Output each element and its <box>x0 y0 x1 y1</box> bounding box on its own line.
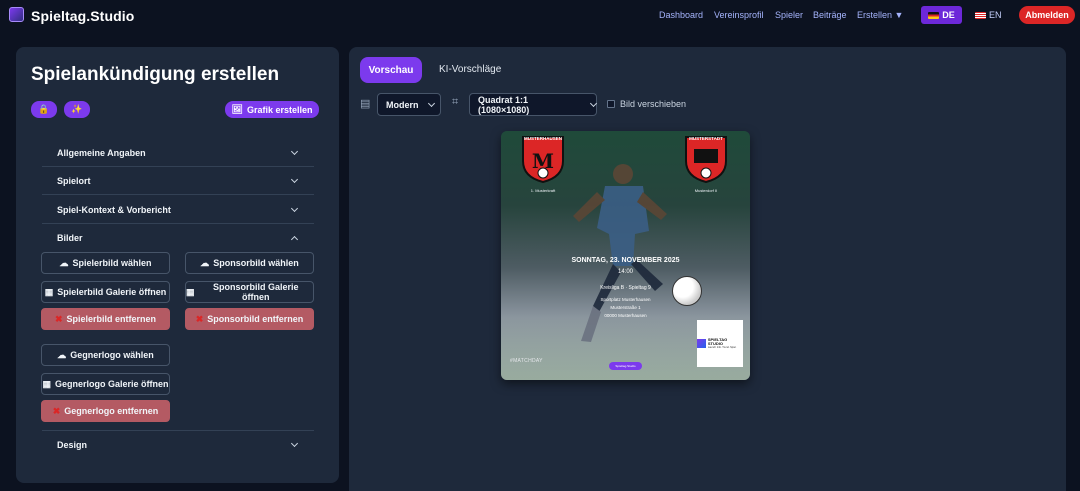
button-label: Gegnerlogo Galerie öffnen <box>55 379 169 389</box>
cross-icon: ✖ <box>52 405 61 416</box>
top-bar: Spieltag.Studio Dashboard Vereinsprofil … <box>0 0 1080 30</box>
save-icon: 🔒 <box>38 104 50 114</box>
section-label: Spiel-Kontext & Vorbericht <box>57 204 171 215</box>
venue-city: 00000 Musterhausen <box>604 313 647 318</box>
sponsor-logo: SPIELTAG STUDIO Launch Info. Trend. Spie… <box>697 320 743 367</box>
sponsor-image-remove-button[interactable]: ✖ Sponsorbild entfernen <box>185 308 314 330</box>
player-gallery-button[interactable]: ▦ Spielerbild Galerie öffnen <box>41 281 170 303</box>
page-title: Spielankündigung erstellen <box>31 64 280 85</box>
button-label: Sponsorbild wählen <box>213 258 299 268</box>
away-crest-icon <box>685 136 727 183</box>
upload-cloud-icon: ☁ <box>57 349 67 360</box>
grid-icon: ▦ <box>42 378 51 389</box>
chevron-down-icon <box>290 204 299 212</box>
us-flag-icon <box>975 11 986 19</box>
logout-button[interactable]: Abmelden <box>1019 6 1075 24</box>
section-spiel-kontext[interactable]: Spiel-Kontext & Vorbericht <box>42 196 314 224</box>
button-label: Sponsorbild entfernen <box>207 314 304 324</box>
language-en-label: EN <box>989 10 1002 20</box>
sponsor-tagline: Launch Info. Trend. Spiel. <box>707 346 737 350</box>
tab-vorschau[interactable]: Vorschau <box>360 57 422 83</box>
nav-erstellen-dropdown[interactable]: Erstellen ▼ <box>857 10 903 20</box>
style-select[interactable]: Modern <box>377 93 441 116</box>
chevron-down-icon <box>427 99 435 107</box>
magic-wand-icon: ✨ <box>71 104 83 114</box>
sponsor-gallery-button[interactable]: ▦ Sponsorbild Galerie öffnen <box>185 281 314 303</box>
tab-ki-vorschlaege[interactable]: KI-Vorschläge <box>439 64 501 75</box>
brand-badge: Spieltag.Studio <box>609 362 642 370</box>
button-label: Sponsorbild Galerie öffnen <box>212 282 299 302</box>
layout-icon: ▤ <box>360 98 371 110</box>
match-league: Kreisliga B · Spieltag 9 <box>600 285 651 291</box>
save-button[interactable]: 🔒 <box>31 101 57 118</box>
grid-icon: ▦ <box>44 286 54 297</box>
chevron-up-icon <box>290 235 299 244</box>
section-spielort[interactable]: Spielort <box>42 167 314 195</box>
button-label: Gegnerlogo wählen <box>70 350 154 360</box>
cross-icon: ✖ <box>54 313 63 324</box>
nav-vereinsprofil[interactable]: Vereinsprofil <box>714 10 764 20</box>
chevron-down-icon <box>589 99 598 107</box>
opponent-logo-choose-button[interactable]: ☁ Gegnerlogo wählen <box>41 344 170 366</box>
nav-beitraege[interactable]: Beiträge <box>813 10 847 20</box>
section-design[interactable]: Design <box>42 430 314 458</box>
home-crest-icon: M <box>522 136 564 183</box>
venue-name: Sportplatz Musterhausen <box>600 297 651 302</box>
preview-graphic: M MUSTERHAUSEN 1. Musterkraft MUSTERSTAD… <box>501 131 750 380</box>
move-image-label: Bild verschieben <box>620 99 687 109</box>
logo-icon[interactable] <box>9 7 24 22</box>
crop-icon: ⌗ <box>452 96 459 108</box>
button-label: Gegnerlogo entfernen <box>64 406 159 416</box>
format-select[interactable]: Quadrat 1:1 (1080×1080) <box>469 93 598 116</box>
format-select-value: Quadrat 1:1 (1080×1080) <box>478 94 530 115</box>
cross-icon: ✖ <box>195 313 204 324</box>
opponent-gallery-button[interactable]: ▦ Gegnerlogo Galerie öffnen <box>41 373 170 395</box>
player-image-remove-button[interactable]: ✖ Spielerbild entfernen <box>41 308 170 330</box>
language-en-button[interactable]: EN <box>975 10 1002 20</box>
button-label: Spielerbild Galerie öffnen <box>57 287 167 297</box>
nav-dashboard[interactable]: Dashboard <box>659 10 703 20</box>
section-bilder[interactable]: Bilder <box>42 224 314 252</box>
upload-cloud-icon: ☁ <box>200 257 210 268</box>
match-time: 14:00 <box>617 269 633 275</box>
away-club-caption: Musterdorf II <box>694 188 718 193</box>
section-label: Design <box>57 439 88 450</box>
create-graphic-label: Grafik erstellen <box>246 104 313 115</box>
chevron-down-icon <box>290 439 299 447</box>
venue-street: Musterstraße 1 <box>610 305 641 310</box>
style-select-value: Modern <box>386 99 419 110</box>
brand-title[interactable]: Spieltag.Studio <box>31 8 134 24</box>
move-image-checkbox[interactable] <box>607 100 615 108</box>
opponent-logo-remove-button[interactable]: ✖ Gegnerlogo entfernen <box>41 400 170 422</box>
button-label: Spielerbild entfernen <box>66 314 157 324</box>
image-icon: 🖼 <box>231 104 243 114</box>
away-club-name: MUSTERSTADT <box>689 136 723 141</box>
home-club-caption: 1. Musterkraft <box>530 188 556 193</box>
section-allgemeine-angaben[interactable]: Allgemeine Angaben <box>42 139 314 167</box>
nav-spieler[interactable]: Spieler <box>775 10 803 20</box>
language-de-button[interactable]: DE <box>921 6 962 24</box>
sponsor-logo-icon <box>697 339 706 348</box>
hashtag: #MATCHDAY <box>510 358 543 364</box>
upload-cloud-icon: ☁ <box>59 257 69 268</box>
grid-icon: ▦ <box>186 286 195 297</box>
magic-button[interactable]: ✨ <box>64 101 90 118</box>
section-label: Allgemeine Angaben <box>57 147 146 158</box>
sponsor-image-choose-button[interactable]: ☁ Sponsorbild wählen <box>185 252 314 274</box>
german-flag-icon <box>928 11 940 19</box>
chevron-down-icon <box>290 147 299 155</box>
create-graphic-button[interactable]: 🖼 Grafik erstellen <box>225 101 319 118</box>
section-label: Spielort <box>57 175 91 186</box>
match-date: SONNTAG, 23. NOVEMBER 2025 <box>571 257 680 264</box>
section-label: Bilder <box>57 233 83 243</box>
button-label: Spielerbild wählen <box>72 258 152 268</box>
player-image-choose-button[interactable]: ☁ Spielerbild wählen <box>41 252 170 274</box>
home-club-name: MUSTERHAUSEN <box>523 136 562 141</box>
language-de-label: DE <box>942 10 955 20</box>
chevron-down-icon <box>290 175 299 183</box>
sponsor-name: SPIELTAG STUDIO <box>707 336 728 346</box>
